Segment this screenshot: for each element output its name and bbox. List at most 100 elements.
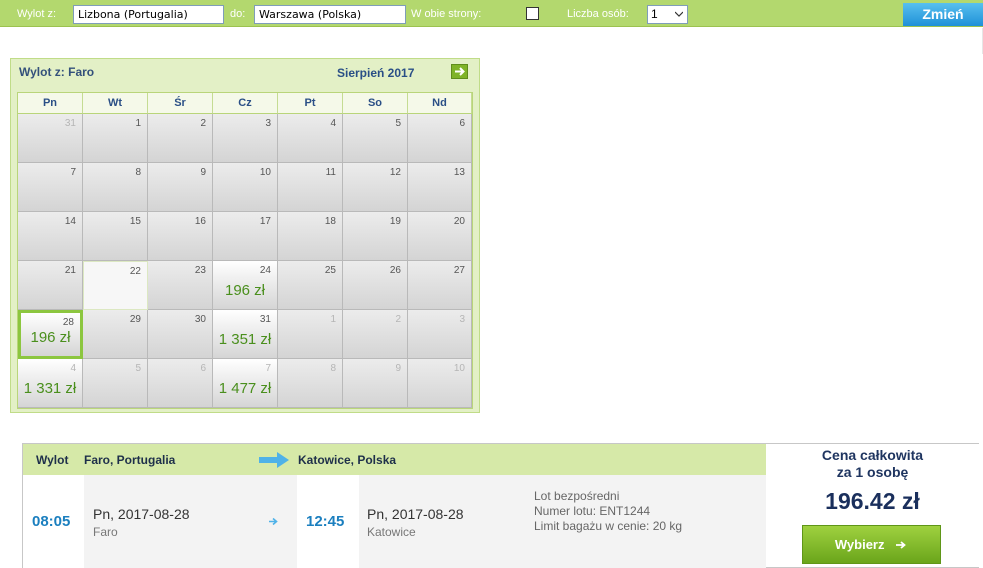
day-number: 22: [129, 266, 141, 277]
calendar-day: 8: [278, 359, 343, 408]
calendar-day: 13: [408, 163, 472, 212]
day-number: 18: [324, 216, 336, 227]
calendar-grid: Pn Wt Śr Cz Pt So Nd 31 1 2 3 4 5 6 7 8 9 10 11 12 13 14 15 16 1…: [17, 92, 473, 409]
calendar-day: 6: [148, 359, 213, 408]
day-number: 28: [62, 317, 74, 328]
persons-select[interactable]: 1: [647, 5, 688, 24]
from-input[interactable]: Lizbona (Portugalia): [73, 5, 224, 24]
calendar-day: 2: [148, 114, 213, 163]
weekday-header: Pt: [278, 93, 343, 114]
day-number: 24: [259, 265, 271, 276]
roundtrip-checkbox[interactable]: [526, 7, 539, 20]
change-button[interactable]: Zmień: [903, 3, 983, 26]
day-number: 23: [194, 265, 206, 276]
flight-origin: Faro, Portugalia: [84, 453, 176, 467]
day-number: 25: [324, 265, 336, 276]
departure-label: Wylot: [36, 453, 69, 467]
day-number: 7: [70, 167, 76, 178]
total-label-line2: za 1 osobę: [836, 464, 909, 480]
choose-button[interactable]: Wybierz: [802, 525, 941, 564]
day-number: 13: [453, 167, 465, 178]
day-number: 17: [259, 216, 271, 227]
calendar-day-with-price[interactable]: 24 196 zł: [213, 261, 278, 310]
day-number: 6: [459, 118, 465, 129]
calendar-day: 12: [343, 163, 408, 212]
calendar-day: 9: [148, 163, 213, 212]
day-number: 4: [330, 118, 336, 129]
calendar-day-with-price[interactable]: 28 196 zł: [18, 310, 83, 359]
day-number: 5: [135, 363, 141, 374]
calendar-day: 8: [83, 163, 148, 212]
day-number: 4: [70, 363, 76, 374]
day-number: 5: [395, 118, 401, 129]
calendar-day: 11: [278, 163, 343, 212]
calendar-day: 26: [343, 261, 408, 310]
day-number: 15: [129, 216, 141, 227]
day-number: 26: [389, 265, 401, 276]
day-number: 16: [194, 216, 206, 227]
day-number: 9: [395, 363, 401, 374]
day-number: 7: [265, 363, 271, 374]
calendar-day-with-price[interactable]: 31 1 351 zł: [213, 310, 278, 359]
day-number: 30: [194, 314, 206, 325]
day-price: 196 zł: [30, 329, 71, 346]
calendar-day: 25: [278, 261, 343, 310]
flight-destination: Katowice, Polska: [298, 453, 397, 467]
choose-label: Wybierz: [834, 537, 885, 552]
calendar-day: 10: [408, 359, 472, 408]
dep-time-cell: 08:05: [23, 475, 84, 568]
day-number: 11: [325, 167, 336, 178]
day-number: 10: [453, 363, 465, 374]
calendar-origin: Wylot z: Faro: [19, 65, 95, 79]
calendar-month: Sierpień 2017: [337, 66, 415, 80]
total-price: 196.42 zł: [825, 488, 920, 514]
calendar-day: 21: [18, 261, 83, 310]
chevron-down-icon: [675, 11, 683, 17]
arrival-day: Pn: [367, 506, 385, 522]
day-number: 29: [129, 314, 141, 325]
calendar-day-with-price[interactable]: 7 1 477 zł: [213, 359, 278, 408]
calendar-panel: Wylot z: Faro Sierpień 2017 Pn Wt Śr Cz Pt So…: [10, 58, 480, 413]
calendar-day: 22: [83, 261, 148, 310]
arrow-right-icon: [259, 452, 289, 468]
calendar-day: 1: [83, 114, 148, 163]
calendar-day: 7: [18, 163, 83, 212]
calendar-day: 15: [83, 212, 148, 261]
next-month-button[interactable]: [451, 64, 468, 79]
day-price: 1 477 zł: [218, 380, 272, 397]
day-number: 14: [64, 216, 76, 227]
calendar-day: 20: [408, 212, 472, 261]
calendar-day-with-price[interactable]: 4 1 331 zł: [18, 359, 83, 408]
calendar-day: 6: [408, 114, 472, 163]
day-number: 3: [265, 118, 271, 129]
total-price-label: Cena całkowita za 1 osobę: [766, 447, 979, 481]
day-number: 1: [330, 314, 336, 325]
flight-header: Wylot Faro, Portugalia Katowice, Polska: [23, 444, 766, 475]
day-number: 2: [200, 118, 206, 129]
weekday-header: Pn: [18, 93, 83, 114]
weekday-header: Śr: [148, 93, 213, 114]
weekday-header: So: [343, 93, 408, 114]
day-price: 1 351 zł: [218, 331, 272, 348]
persons-label: Liczba osób:: [567, 8, 629, 20]
departure-day: Pn: [93, 506, 111, 522]
day-number: 27: [453, 265, 465, 276]
day-number: 3: [459, 314, 465, 325]
to-input[interactable]: Warszawa (Polska): [254, 5, 406, 24]
calendar-day: 9: [343, 359, 408, 408]
arrival-date-value: 2017-08-28: [391, 506, 464, 522]
weekday-header: Cz: [213, 93, 278, 114]
calendar-day: 3: [213, 114, 278, 163]
day-number: 1: [135, 118, 141, 129]
day-number: 21: [64, 265, 76, 276]
calendar-day: 5: [83, 359, 148, 408]
flight-details: 08:05 Pn, 2017-08-28 Faro 12:45 Pn, 2017…: [23, 475, 766, 568]
departure-city: Faro: [93, 525, 118, 539]
roundtrip-label: W obie strony:: [411, 8, 482, 20]
calendar-day: 29: [83, 310, 148, 359]
calendar-day: 17: [213, 212, 278, 261]
departure-time: 08:05: [32, 513, 71, 530]
calendar-day: 5: [343, 114, 408, 163]
calendar-day: 31: [18, 114, 83, 163]
calendar-day: 2: [343, 310, 408, 359]
